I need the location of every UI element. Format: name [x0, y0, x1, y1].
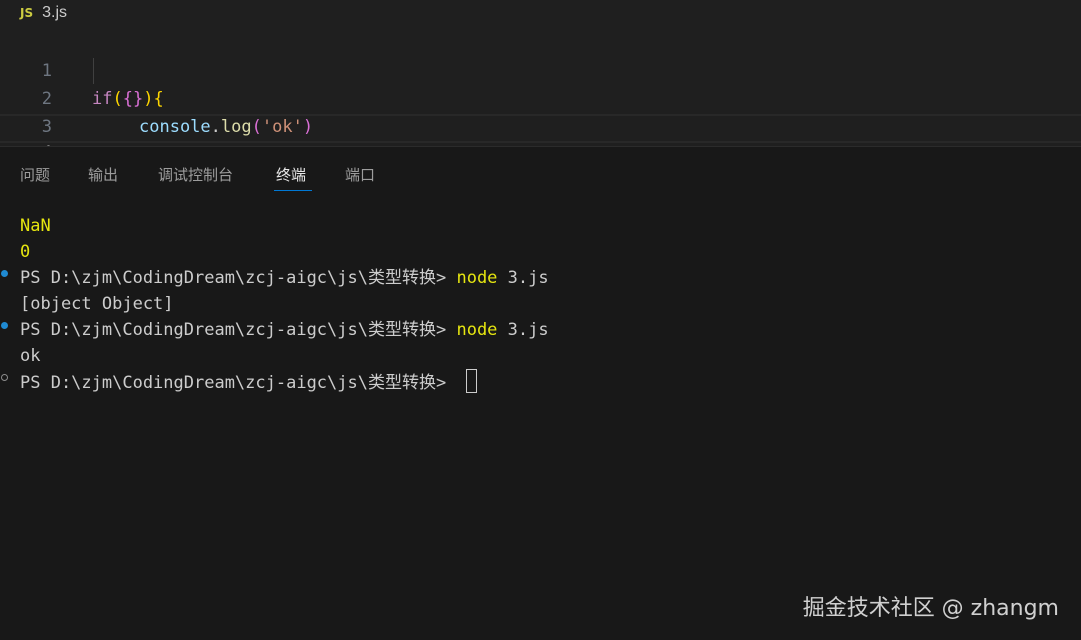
- vscode-window: JS 3.js 1 if({}){ 2 console.log('ok') 3 …: [0, 0, 1081, 640]
- terminal-cursor: [466, 369, 478, 393]
- code-line[interactable]: 3 }: [0, 85, 1081, 165]
- terminal-prompt: PS D:\zjm\CodingDream\zcj-aigc\js\类型转换>: [20, 268, 457, 288]
- command-args: 3.js: [497, 320, 549, 340]
- tab-output[interactable]: 输出: [88, 164, 118, 185]
- code-line[interactable]: 2 console.log('ok'): [0, 57, 1081, 137]
- terminal-command-line[interactable]: PS D:\zjm\CodingDream\zcj-aigc\js\类型转换>: [20, 369, 478, 395]
- tab-debug-console[interactable]: 调试控制台: [158, 164, 233, 185]
- tab-terminal[interactable]: 终端: [276, 164, 306, 185]
- terminal-output-line: ok: [20, 346, 41, 366]
- active-tab-indicator: [274, 190, 312, 191]
- tab-problems[interactable]: 问题: [20, 164, 50, 185]
- editor-tab[interactable]: JS 3.js: [0, 0, 67, 26]
- terminal-output-line: NaN: [20, 216, 51, 236]
- watermark: 掘金技术社区 @ zhangm: [802, 596, 1059, 621]
- javascript-file-icon: JS: [20, 6, 34, 20]
- command-name: node: [456, 320, 498, 340]
- tab-ports[interactable]: 端口: [345, 164, 375, 185]
- terminal-output-line: 0: [20, 242, 31, 262]
- terminal-command-line: PS D:\zjm\CodingDream\zcj-aigc\js\类型转换> …: [20, 317, 549, 343]
- code-line[interactable]: 1 if({}){: [0, 29, 1081, 109]
- editor-tab-label: 3.js: [42, 4, 68, 21]
- command-args: 3.js: [497, 268, 549, 288]
- command-pending-icon[interactable]: [1, 374, 8, 381]
- command-success-icon[interactable]: [1, 322, 8, 329]
- command-success-icon[interactable]: [1, 270, 8, 277]
- terminal-command-line: PS D:\zjm\CodingDream\zcj-aigc\js\类型转换> …: [20, 265, 549, 291]
- terminal-output-line: [object Object]: [20, 294, 174, 314]
- command-name: node: [456, 268, 498, 288]
- terminal-prompt: PS D:\zjm\CodingDream\zcj-aigc\js\类型转换>: [20, 320, 457, 340]
- code-editor[interactable]: JS 3.js 1 if({}){ 2 console.log('ok') 3 …: [0, 0, 1081, 165]
- terminal-prompt: PS D:\zjm\CodingDream\zcj-aigc\js\类型转换>: [20, 373, 457, 393]
- panel-tabs: 问题 输出 调试控制台 终端 端口: [0, 147, 1081, 199]
- code-line-current[interactable]: 4: [0, 114, 1081, 163]
